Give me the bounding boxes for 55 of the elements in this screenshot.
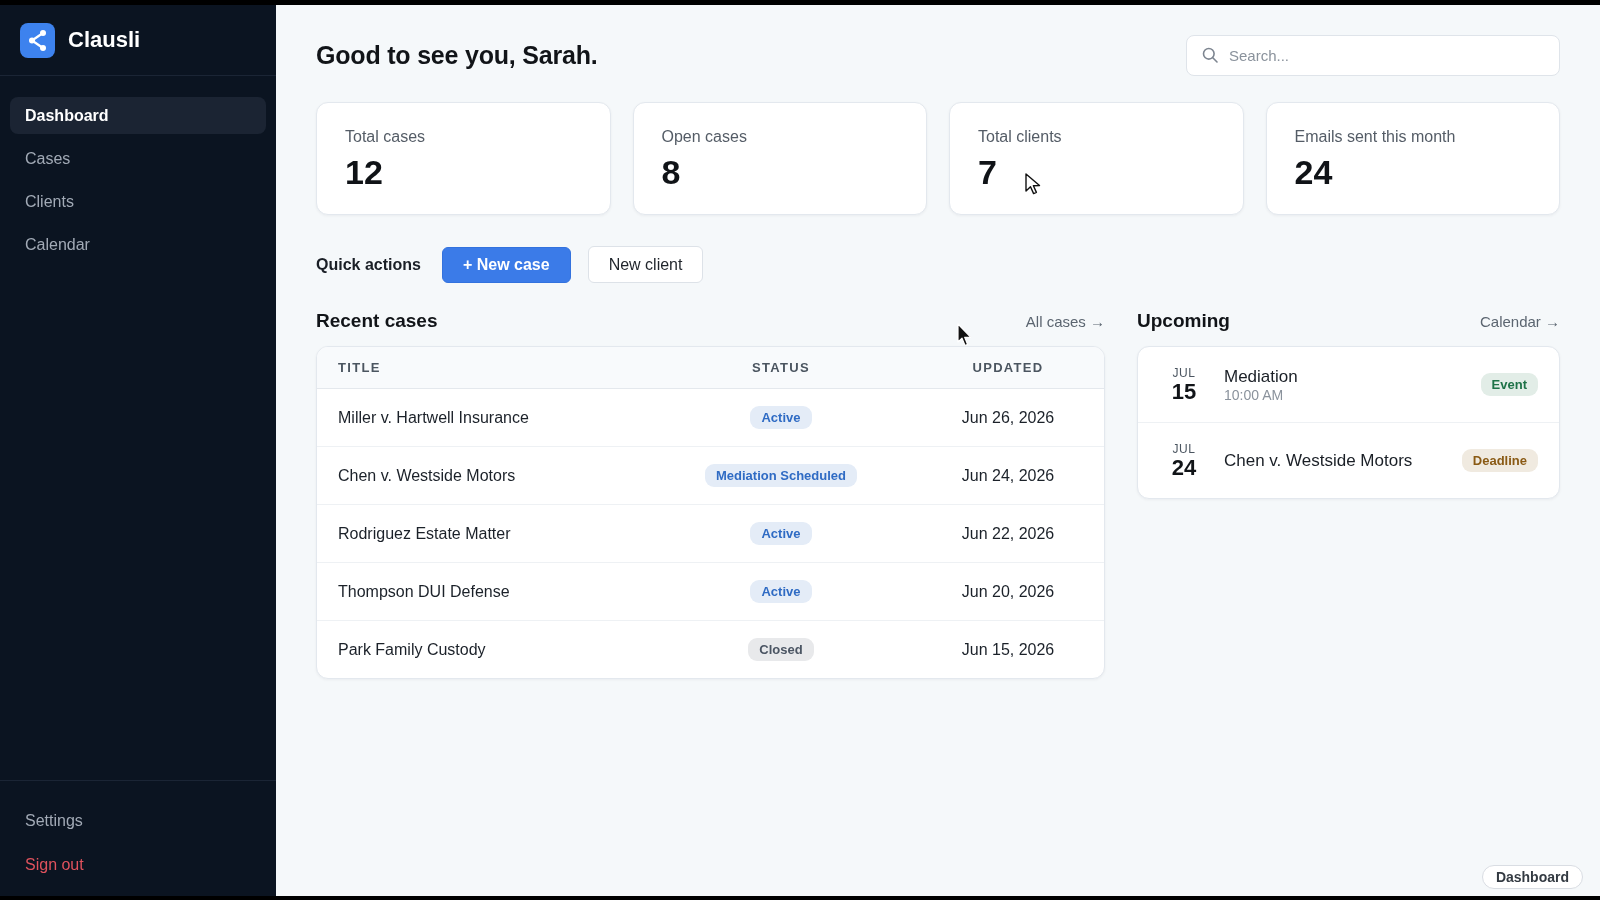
event-tag: Event	[1480, 373, 1538, 396]
column-header: UPDATED	[971, 360, 1045, 375]
section-label: Quick actions	[316, 255, 421, 274]
event-title: Mediation	[1224, 365, 1298, 387]
nav-item[interactable]: Cases	[10, 140, 266, 177]
stat-value: 24	[1294, 153, 1333, 191]
section-title: Upcoming	[1137, 310, 1230, 332]
stat-value: 12	[345, 153, 383, 191]
nav-item[interactable]: Settings	[10, 802, 266, 839]
stat-value: 8	[661, 153, 681, 191]
event-time: 10:00 AM	[1224, 386, 1284, 404]
page-label: Dashboard	[1481, 865, 1583, 889]
all-cases-link[interactable]: All cases →	[1025, 312, 1105, 330]
page-heading: Good to see you, Sarah.	[316, 41, 598, 70]
status-badge: Active	[750, 522, 812, 545]
nav-item[interactable]: Dashboard	[10, 97, 266, 134]
stat-label: Open cases	[661, 127, 747, 147]
status-badge: Active	[750, 580, 812, 603]
status-badge: Active	[750, 406, 812, 429]
section-title: Recent cases	[316, 310, 438, 332]
status-badge: Closed	[748, 638, 814, 661]
stat-label: Total clients	[978, 127, 1062, 147]
event-day: 24	[1171, 455, 1197, 480]
nav-item[interactable]: Clients	[10, 183, 266, 220]
search-field[interactable]: Search...	[1186, 35, 1560, 76]
table-cell-text: Jun 15, 2026	[960, 640, 1056, 659]
sign-out-link[interactable]: Sign out	[10, 846, 266, 883]
cursor-icon	[1025, 173, 1043, 195]
event-month: JUL	[1172, 441, 1196, 456]
column-header: STATUS	[751, 360, 811, 375]
new-case-button[interactable]: + New case	[441, 246, 571, 283]
stat-label: Total cases	[345, 127, 426, 147]
event-day: 15	[1171, 379, 1197, 404]
table-cell-text: Jun 24, 2026	[960, 466, 1056, 485]
table-cell-text: Rodriguez Estate Matter	[337, 524, 512, 543]
event-title: Chen v. Westside Motors	[1224, 450, 1413, 471]
table-cell-text: Miller v. Hartwell Insurance	[337, 408, 530, 427]
share-icon	[20, 22, 55, 58]
stat-label: Emails sent this month	[1294, 127, 1456, 147]
nav-item[interactable]: Calendar	[10, 226, 266, 263]
stat-value: 7	[978, 153, 997, 191]
event-month: JUL	[1172, 365, 1196, 380]
table-cell-text: Jun 20, 2026	[960, 582, 1056, 601]
column-header: TITLE	[337, 360, 382, 375]
new-client-button[interactable]: New client	[587, 246, 704, 283]
table-cell-text: Park Family Custody	[337, 640, 487, 659]
status-badge: Mediation Scheduled	[705, 464, 857, 487]
table-cell-text: Chen v. Westside Motors	[337, 466, 517, 485]
table-cell-text: Jun 22, 2026	[960, 524, 1056, 543]
table-cell-text: Jun 26, 2026	[960, 408, 1056, 427]
event-tag: Deadline	[1461, 449, 1538, 472]
brand-name: Clausli	[68, 27, 141, 53]
calendar-link[interactable]: Calendar →	[1479, 312, 1560, 330]
table-cell-text: Thompson DUI Defense	[337, 582, 511, 601]
search-icon	[1202, 47, 1218, 63]
